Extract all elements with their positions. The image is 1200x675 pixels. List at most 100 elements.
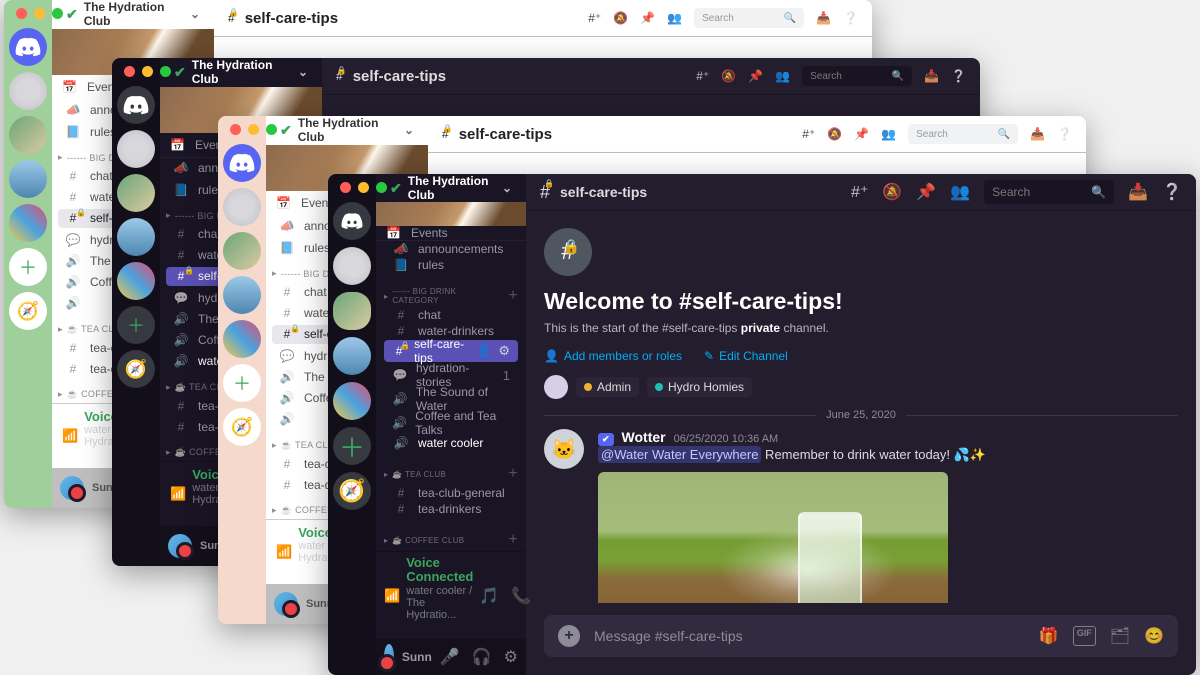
inbox-icon[interactable]: 📥 bbox=[1128, 182, 1148, 202]
server-icon[interactable] bbox=[333, 247, 371, 285]
inbox-icon[interactable]: 📥 bbox=[1030, 127, 1045, 141]
gift-icon[interactable]: 🎁 bbox=[1039, 626, 1059, 646]
server-icon[interactable] bbox=[9, 72, 47, 110]
message-author[interactable]: Wotter bbox=[622, 429, 666, 445]
server-icon[interactable] bbox=[223, 188, 261, 226]
server-icon[interactable] bbox=[9, 116, 47, 154]
server-icon[interactable] bbox=[333, 382, 371, 420]
message-image[interactable] bbox=[598, 472, 948, 603]
server-icon-selected[interactable] bbox=[333, 292, 371, 330]
help-icon[interactable]: ❔ bbox=[951, 69, 966, 83]
server-header[interactable]: ✔The Hydration Club⌄ bbox=[52, 0, 214, 29]
sticker-icon[interactable]: 🗂 bbox=[1110, 626, 1130, 646]
server-icon[interactable] bbox=[117, 130, 155, 168]
add-channel-icon[interactable]: + bbox=[508, 531, 518, 549]
channel-coffee-tea-talks[interactable]: 🔊Coffee and Tea Talks bbox=[384, 412, 518, 434]
window-controls[interactable] bbox=[340, 182, 387, 193]
add-members-link[interactable]: 👤Add members or roles bbox=[544, 349, 682, 363]
explore-button[interactable]: 🧭 bbox=[117, 350, 155, 388]
add-channel-icon[interactable]: + bbox=[508, 287, 518, 305]
channel-tea-club-general[interactable]: #tea-club-general bbox=[384, 486, 518, 500]
edit-channel-link[interactable]: ✎Edit Channel bbox=[704, 349, 788, 363]
server-icon[interactable] bbox=[9, 204, 47, 242]
noise-suppress-icon[interactable]: 🎵 bbox=[479, 586, 499, 606]
notifications-icon[interactable]: 🔕 bbox=[882, 182, 902, 202]
pins-icon[interactable]: 📌 bbox=[916, 182, 936, 202]
inbox-icon[interactable]: 📥 bbox=[924, 69, 939, 83]
search-input[interactable]: Search🔍 bbox=[908, 124, 1018, 144]
members-icon[interactable]: 👥 bbox=[881, 127, 896, 141]
search-input[interactable]: Search🔍 bbox=[802, 66, 912, 86]
mic-mute-icon[interactable]: 🎤 bbox=[440, 647, 460, 667]
category-coffee-club[interactable]: ▸ ☕ COFFEE CLUB+ bbox=[376, 517, 526, 551]
maximize-icon[interactable] bbox=[376, 182, 387, 193]
search-input[interactable]: Search🔍 bbox=[694, 8, 804, 28]
add-server-button[interactable]: ＋ bbox=[9, 248, 47, 286]
events-row[interactable]: 📅Events bbox=[376, 226, 526, 241]
notifications-icon[interactable]: 🔕 bbox=[613, 11, 628, 25]
pins-icon[interactable]: 📌 bbox=[640, 11, 655, 25]
threads-icon[interactable]: #⁺ bbox=[802, 127, 815, 141]
threads-icon[interactable]: #⁺ bbox=[588, 11, 601, 25]
emoji-icon[interactable]: 😊 bbox=[1144, 626, 1164, 646]
server-icon[interactable] bbox=[117, 218, 155, 256]
add-channel-icon[interactable]: + bbox=[508, 465, 518, 483]
channel-water-drinkers[interactable]: #water-drinkers bbox=[384, 324, 518, 338]
members-icon[interactable]: 👥 bbox=[775, 69, 790, 83]
threads-icon[interactable]: #⁺ bbox=[696, 69, 709, 83]
channel-rules[interactable]: 📘rules bbox=[384, 258, 518, 272]
pins-icon[interactable]: 📌 bbox=[748, 69, 763, 83]
channel-chat[interactable]: #chat bbox=[384, 308, 518, 322]
add-server-button[interactable]: ＋ bbox=[117, 306, 155, 344]
avatar[interactable] bbox=[384, 644, 394, 670]
invite-icon[interactable]: 👤 bbox=[476, 343, 492, 359]
headphones-icon[interactable]: 🎧 bbox=[472, 647, 492, 667]
server-icon[interactable] bbox=[223, 276, 261, 314]
explore-button[interactable]: 🧭 bbox=[9, 292, 47, 330]
help-icon[interactable]: ❔ bbox=[843, 11, 858, 25]
category-big-drink[interactable]: ▸ ------ BIG DRINK CATEGORY+ bbox=[376, 273, 526, 307]
channel-hydration-stories[interactable]: 💬hydration-stories1 bbox=[384, 364, 518, 386]
channel-announcements[interactable]: 📣announcements bbox=[384, 242, 518, 256]
role-tag-hydro[interactable]: Hydro Homies bbox=[647, 377, 752, 397]
role-tag-admin[interactable]: Admin bbox=[576, 377, 639, 397]
server-icon[interactable] bbox=[117, 262, 155, 300]
search-input[interactable]: Search🔍 bbox=[984, 180, 1114, 204]
home-button[interactable] bbox=[9, 28, 47, 66]
channel-water-cooler[interactable]: 🔊water cooler bbox=[384, 436, 518, 450]
explore-button[interactable]: 🧭 bbox=[333, 472, 371, 510]
channel-sound-of-water[interactable]: 🔊The Sound of Water bbox=[384, 388, 518, 410]
help-icon[interactable]: ❔ bbox=[1057, 127, 1072, 141]
add-server-button[interactable]: ＋ bbox=[333, 427, 371, 465]
inbox-icon[interactable]: 📥 bbox=[816, 11, 831, 25]
server-header[interactable]: ✔The Hydration Club⌄ bbox=[160, 58, 322, 87]
gif-button[interactable]: GIF bbox=[1073, 626, 1096, 646]
members-icon[interactable]: 👥 bbox=[667, 11, 682, 25]
help-icon[interactable]: ❔ bbox=[1162, 182, 1182, 202]
server-icon[interactable] bbox=[9, 160, 47, 198]
close-icon[interactable] bbox=[340, 182, 351, 193]
home-button[interactable] bbox=[223, 144, 261, 182]
minimize-icon[interactable] bbox=[358, 182, 369, 193]
server-icon[interactable] bbox=[117, 174, 155, 212]
home-button[interactable] bbox=[333, 202, 371, 240]
threads-icon[interactable]: #⁺ bbox=[851, 182, 868, 202]
attach-button[interactable]: + bbox=[558, 625, 580, 647]
server-icon[interactable] bbox=[223, 320, 261, 358]
settings-icon[interactable]: ⚙ bbox=[498, 343, 510, 359]
mention[interactable]: @Water Water Everywhere bbox=[598, 446, 761, 463]
message-input[interactable]: + Message #self-care-tips 🎁 GIF 🗂 😊 bbox=[544, 615, 1178, 657]
voice-status[interactable]: 📶 Voice Connectedwater cooler / The Hydr… bbox=[376, 551, 526, 639]
explore-button[interactable]: 🧭 bbox=[223, 408, 261, 446]
message-avatar[interactable]: 🐱 bbox=[544, 429, 584, 469]
home-button[interactable] bbox=[117, 86, 155, 124]
add-server-button[interactable]: ＋ bbox=[223, 364, 261, 402]
channel-tea-drinkers[interactable]: #tea-drinkers bbox=[384, 502, 518, 516]
server-icon[interactable] bbox=[223, 232, 261, 270]
notifications-icon[interactable]: 🔕 bbox=[721, 69, 736, 83]
server-icon[interactable] bbox=[333, 337, 371, 375]
server-header[interactable]: ✔ The Hydration Club ⌄ bbox=[376, 174, 526, 202]
pins-icon[interactable]: 📌 bbox=[854, 127, 869, 141]
channel-self-care-tips[interactable]: #self-care-tips👤⚙ bbox=[384, 340, 518, 362]
members-icon[interactable]: 👥 bbox=[950, 182, 970, 202]
